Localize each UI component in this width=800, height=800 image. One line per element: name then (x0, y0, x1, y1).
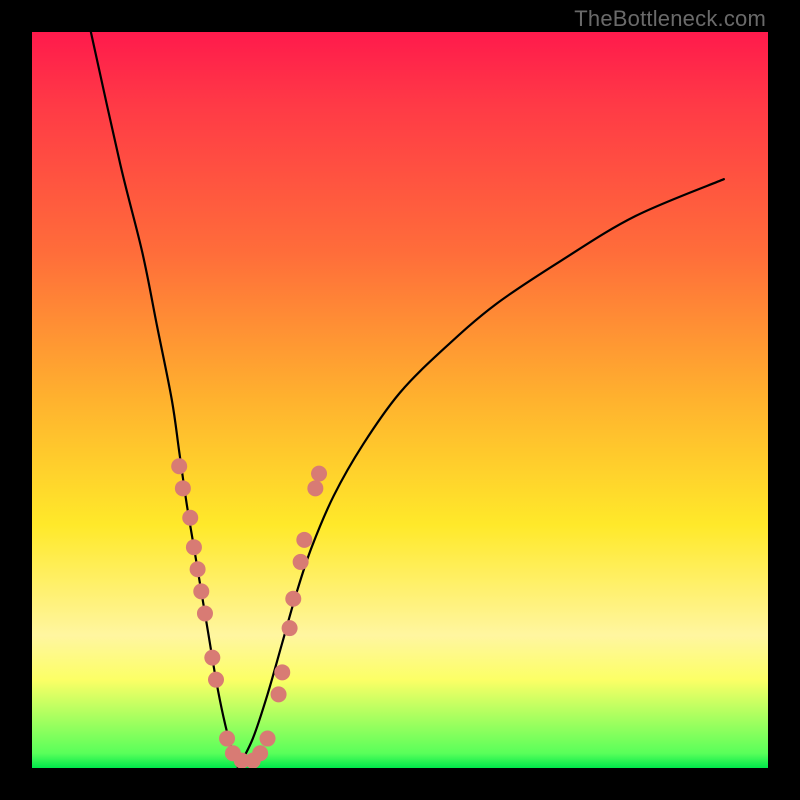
scatter-dot (193, 583, 209, 599)
scatter-dot (208, 672, 224, 688)
scatter-dot (307, 480, 323, 496)
scatter-dot (197, 605, 213, 621)
scatter-dot (282, 620, 298, 636)
curve-right-branch (238, 179, 724, 768)
scatter-dot (186, 539, 202, 555)
scatter-dot (285, 591, 301, 607)
scatter-dot (260, 731, 276, 747)
scatter-dot (171, 458, 187, 474)
scatter-dot (293, 554, 309, 570)
watermark-text: TheBottleneck.com (574, 6, 766, 32)
scatter-dot (204, 650, 220, 666)
scatter-dot (182, 510, 198, 526)
chart-frame: TheBottleneck.com (0, 0, 800, 800)
scatter-dot (219, 731, 235, 747)
scatter-dots (171, 458, 327, 768)
scatter-dot (296, 532, 312, 548)
scatter-dot (190, 561, 206, 577)
scatter-dot (175, 480, 191, 496)
scatter-dot (311, 466, 327, 482)
scatter-dot (271, 686, 287, 702)
curve-svg (32, 32, 768, 768)
scatter-dot (274, 664, 290, 680)
scatter-dot (252, 745, 268, 761)
plot-area (32, 32, 768, 768)
